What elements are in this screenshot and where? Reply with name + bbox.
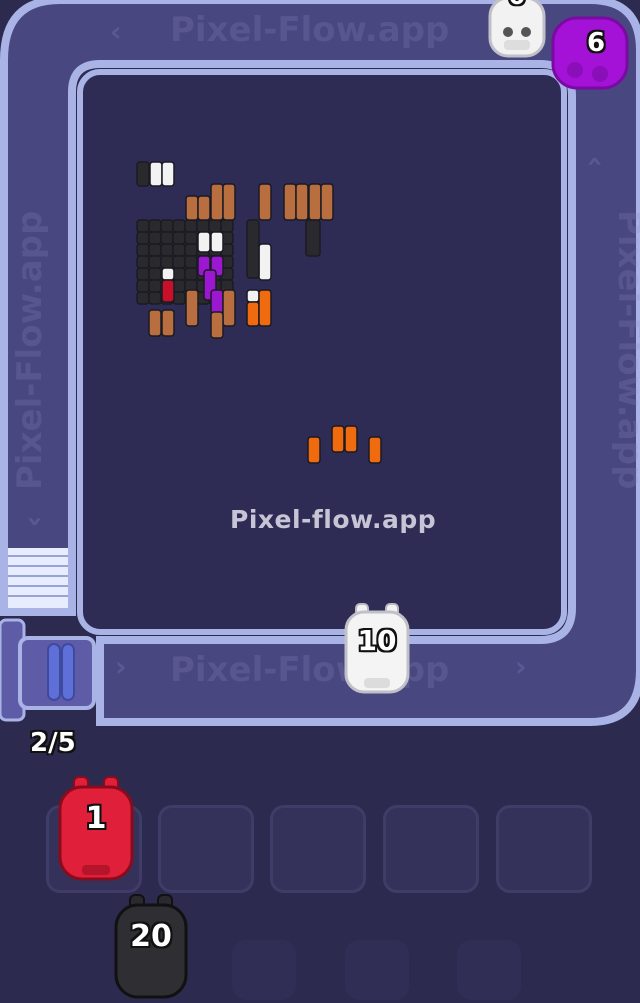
pig-count: 6 xyxy=(586,28,606,58)
pixel-block xyxy=(258,289,272,327)
pixel-block xyxy=(185,195,199,221)
pixel-block xyxy=(196,219,210,233)
pixel-block xyxy=(148,291,162,305)
pixel-block xyxy=(197,195,211,221)
belt-pig-white[interactable]: 10 xyxy=(342,602,412,694)
pixel-block xyxy=(246,289,260,303)
pixel-block xyxy=(208,219,222,233)
pixel-block xyxy=(258,243,272,281)
pixel-block xyxy=(197,231,211,253)
pixel-block xyxy=(295,183,309,221)
pixel-block xyxy=(161,161,175,187)
pixel-block xyxy=(136,279,150,293)
pixel-block xyxy=(331,425,345,453)
pixel-block xyxy=(220,219,234,233)
pixel-block xyxy=(307,436,321,464)
pixel-block xyxy=(148,219,162,233)
pixel-block xyxy=(161,267,175,281)
queue-pig-red[interactable]: 1 xyxy=(56,775,136,881)
pixel-block xyxy=(283,183,297,221)
pig-count: 10 xyxy=(357,624,397,657)
pixel-block xyxy=(172,279,186,293)
pixel-block xyxy=(210,289,224,315)
launcher[interactable] xyxy=(0,618,96,722)
pixel-block xyxy=(148,243,162,257)
pixel-board xyxy=(77,69,567,635)
pixel-block xyxy=(184,219,198,233)
pixel-block xyxy=(210,183,224,221)
chevron-up-icon: ‹ xyxy=(579,155,613,168)
belt-watermark-top: Pixel-Flow.app xyxy=(170,10,450,50)
belt-watermark-right: Pixel-Flow.app xyxy=(610,210,640,490)
chevron-left-icon: ‹ xyxy=(110,15,122,48)
queue-capacity: 2/5 xyxy=(30,728,76,758)
pixel-block xyxy=(172,231,186,245)
belt-entry-gate xyxy=(8,548,68,608)
pixel-block xyxy=(258,183,272,221)
pixel-block xyxy=(172,255,186,269)
pixel-block xyxy=(136,255,150,269)
pixel-block xyxy=(210,231,224,253)
pixel-block xyxy=(344,425,358,453)
pixel-block xyxy=(149,161,163,187)
pixel-block xyxy=(148,267,162,281)
pixel-block xyxy=(136,291,150,305)
pixel-block xyxy=(305,219,321,257)
pixel-block xyxy=(172,267,186,281)
pixel-block xyxy=(184,255,198,269)
queue-ghost-slot xyxy=(345,940,409,1000)
chevron-right-icon: › xyxy=(115,650,127,683)
queue-ghost-slot xyxy=(232,940,296,1000)
pixel-block xyxy=(136,267,150,281)
pixel-block xyxy=(160,231,174,245)
pixel-block xyxy=(136,231,150,245)
pixel-block xyxy=(184,231,198,245)
pig-count: 20 xyxy=(130,919,172,954)
pixel-block xyxy=(161,279,175,303)
pixel-block xyxy=(368,436,382,464)
pixel-block xyxy=(160,243,174,257)
pixel-block xyxy=(161,309,175,337)
queue-ghost-slot xyxy=(457,940,521,1000)
pixel-block xyxy=(172,219,186,233)
pixel-block xyxy=(184,267,198,281)
queue-slot[interactable] xyxy=(496,805,592,893)
center-watermark: Pixel-flow.app xyxy=(230,505,437,534)
queue-slot[interactable] xyxy=(158,805,254,893)
pixel-block xyxy=(185,289,199,327)
pixel-block xyxy=(136,243,150,257)
queue-slot[interactable] xyxy=(383,805,479,893)
pixel-block xyxy=(148,309,162,337)
pixel-block xyxy=(246,301,260,327)
pixel-block xyxy=(172,291,186,305)
pixel-block xyxy=(160,255,174,269)
pig-count: 1 xyxy=(85,801,107,836)
pixel-block xyxy=(308,183,322,221)
pixel-block xyxy=(148,279,162,293)
queue-slot[interactable] xyxy=(270,805,366,893)
game-screen: Pixel-Flow.app Pixel-Flow.app Pixel-Flow… xyxy=(0,0,640,1000)
chevron-right-icon: › xyxy=(515,650,527,683)
pig-count: 0 xyxy=(480,0,554,10)
pixel-block xyxy=(222,289,236,327)
belt-pig-white-top[interactable]: 0 xyxy=(480,0,554,64)
belt-pig-purple-top[interactable]: 6 xyxy=(545,10,635,100)
pixel-block xyxy=(172,243,186,257)
pixel-block xyxy=(136,219,150,233)
pixel-block xyxy=(210,311,224,339)
chevron-down-icon: › xyxy=(19,515,53,528)
pixel-block xyxy=(184,243,198,257)
pixel-block xyxy=(320,183,334,221)
belt-watermark-left: Pixel-Flow.app xyxy=(10,210,50,490)
queue-pig-black[interactable]: 20 xyxy=(112,893,190,999)
pixel-block xyxy=(148,231,162,245)
pixel-block xyxy=(136,161,150,187)
pixel-block xyxy=(148,255,162,269)
pixel-block xyxy=(222,183,236,221)
pixel-block xyxy=(246,219,260,279)
pixel-block xyxy=(160,219,174,233)
